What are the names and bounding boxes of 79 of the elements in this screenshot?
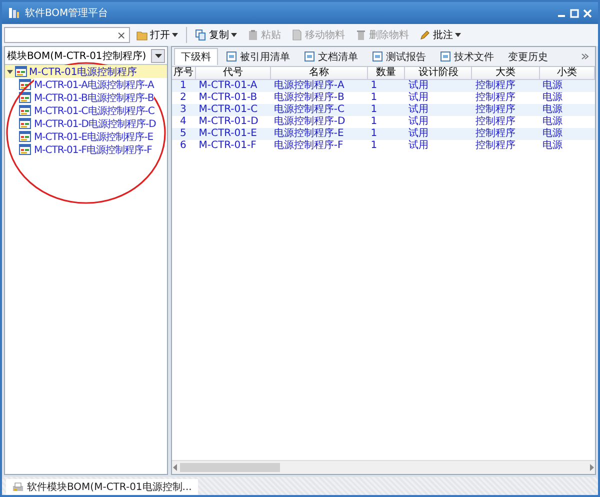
- toolbar-button[interactable]: 打开: [132, 26, 182, 44]
- clipboard-icon: [247, 29, 259, 41]
- table-cell-text: M-CTR-01-F: [198, 140, 258, 152]
- table-cell-text: M-CTR-01-D: [198, 116, 260, 128]
- search-field[interactable]: ×: [4, 27, 130, 43]
- tree-item[interactable]: M-CTR-01-C电源控制程序-C: [34, 104, 154, 118]
- table-cell-text: 试用: [407, 104, 430, 116]
- table-cell-text: 试用: [407, 80, 430, 92]
- tree-item[interactable]: M-CTR-01-F电源控制程序-F: [34, 142, 152, 156]
- module-icon: [15, 66, 27, 77]
- tree-item[interactable]: M-CTR-01-E电源控制程序-E: [34, 130, 154, 144]
- table-cell-text: 电源: [542, 116, 564, 128]
- program-icon: [19, 118, 31, 129]
- table-cell-text: 电源: [542, 80, 564, 92]
- document-icon: [291, 29, 303, 41]
- table-cell-text: 3: [179, 104, 188, 116]
- tab[interactable]: 变更历史: [502, 48, 554, 65]
- tree-item[interactable]: M-CTR-01电源控制程序: [29, 64, 138, 78]
- table-cell-text: 试用: [407, 92, 430, 104]
- expander-icon[interactable]: [7, 68, 13, 74]
- table-cell-text: 1: [370, 116, 378, 128]
- copy-icon: [195, 29, 207, 41]
- column-header[interactable]: 小类: [540, 67, 595, 79]
- scroll-left-icon[interactable]: [172, 464, 178, 471]
- app-icon: [8, 7, 20, 19]
- table-cell-text: 试用: [407, 116, 430, 128]
- program-icon: [19, 144, 31, 155]
- module-selector[interactable]: 模块BOM(M-CTR-01控制程序): [5, 47, 167, 65]
- table-cell-text: 6: [179, 140, 188, 152]
- table-cell-text: 1: [370, 140, 378, 152]
- document-tab[interactable]: 软件模块BOM(M-CTR-01电源控制...: [6, 479, 198, 495]
- tab[interactable]: 下级料: [174, 48, 218, 65]
- toolbar-button[interactable]: 批注: [415, 26, 465, 44]
- dropdown-arrow-icon: [154, 54, 162, 58]
- horizontal-scrollbar[interactable]: [172, 460, 595, 474]
- table-cell-text: 试用: [407, 128, 430, 140]
- tree-item[interactable]: M-CTR-01-B电源控制程序-B: [34, 90, 154, 104]
- program-icon: [19, 131, 31, 142]
- close-icon[interactable]: [583, 8, 592, 18]
- table-cell-text: 1: [179, 80, 188, 92]
- column-header[interactable]: 数量: [368, 67, 406, 79]
- table-cell-text: M-CTR-01-B: [198, 92, 258, 104]
- table-cell-text: 4: [179, 116, 188, 128]
- table-cell-text: 电源: [542, 140, 564, 152]
- table-cell-text: 1: [370, 104, 378, 116]
- table-cell-text: 1: [370, 92, 378, 104]
- column-header[interactable]: 代号: [196, 67, 271, 79]
- scroll-right-icon[interactable]: [589, 464, 595, 471]
- tab[interactable]: 被引用清单: [220, 48, 296, 65]
- table-cell-text: M-CTR-01-C: [198, 104, 259, 116]
- trash-icon: [355, 29, 367, 41]
- table-cell-text: M-CTR-01-A: [198, 80, 258, 92]
- tab[interactable]: 文档清单: [298, 48, 364, 65]
- folder-icon: [136, 29, 148, 41]
- table-cell-text: 电源: [542, 104, 564, 116]
- column-header[interactable]: 名称: [270, 67, 368, 79]
- clear-button[interactable]: ×: [116, 28, 126, 42]
- column-header[interactable]: 设计阶段: [405, 67, 472, 79]
- program-icon: [19, 105, 31, 116]
- table-cell-text: 试用: [407, 140, 430, 152]
- table-cell-text: 1: [370, 128, 378, 140]
- window-title: 软件BOM管理平台: [25, 6, 110, 20]
- maximize-icon[interactable]: [570, 8, 579, 18]
- table-cell-text: 5: [179, 128, 188, 140]
- table-cell-text: 1: [370, 80, 378, 92]
- more-tabs-icon[interactable]: [581, 53, 589, 60]
- printer-icon: [12, 482, 24, 492]
- table-cell-text: 2: [179, 92, 188, 104]
- table-cell-text: M-CTR-01-E: [198, 128, 258, 140]
- column-header[interactable]: 大类: [472, 67, 540, 79]
- program-icon: [19, 92, 31, 103]
- tree-item[interactable]: M-CTR-01-D电源控制程序-D: [34, 116, 156, 130]
- tree-item[interactable]: M-CTR-01-A电源控制程序-A: [34, 78, 154, 92]
- table-cell-text: 电源: [542, 128, 564, 140]
- pen-icon: [419, 29, 431, 41]
- tab[interactable]: 技术文件: [434, 48, 500, 65]
- toolbar-button[interactable]: 复制: [191, 26, 241, 44]
- table-cell-text: 电源: [542, 92, 564, 104]
- tab[interactable]: 测试报告: [366, 48, 432, 65]
